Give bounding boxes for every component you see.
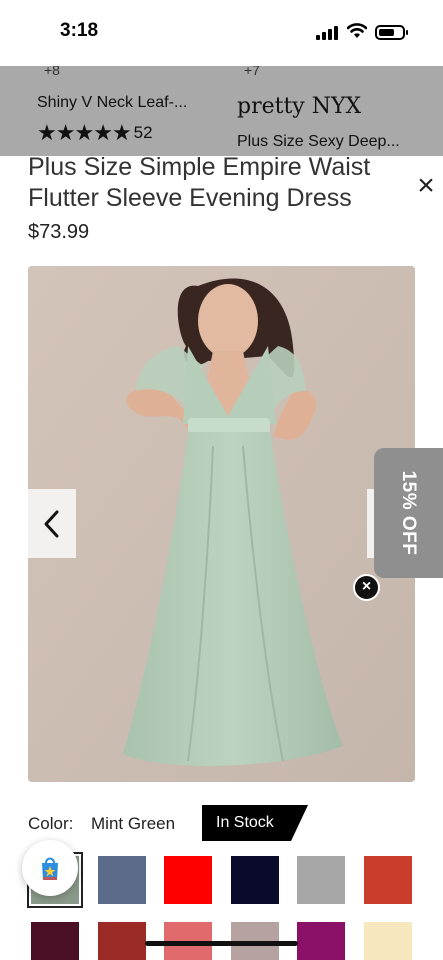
product-title: Plus Size Simple Empire Waist Flutter Sl… xyxy=(28,153,371,212)
star-icon: ★ xyxy=(74,120,95,145)
rec-product-name[interactable]: Shiny V Neck Leaf-... xyxy=(37,94,187,112)
shopping-bag-icon xyxy=(42,857,58,880)
star-icon: ★ xyxy=(93,120,113,145)
discount-tab[interactable]: 15% OFF xyxy=(374,448,443,578)
color-swatch[interactable] xyxy=(364,856,412,904)
color-swatch[interactable] xyxy=(164,856,212,904)
close-button[interactable]: × xyxy=(414,171,438,201)
previous-image-button[interactable] xyxy=(28,489,76,558)
close-icon: × xyxy=(417,169,435,202)
color-swatch[interactable] xyxy=(231,856,279,904)
discount-label: 15% OFF xyxy=(398,470,419,556)
rec-count: +7 xyxy=(244,66,260,78)
color-swatch[interactable] xyxy=(297,922,345,960)
recommendation-bar[interactable]: +8 +7 Shiny V Neck Leaf-... ★ ★ ★ ★ ★ 52… xyxy=(0,66,443,156)
close-discount-button[interactable]: × xyxy=(353,574,380,601)
product-price: $73.99 xyxy=(28,221,90,243)
color-swatch[interactable] xyxy=(364,922,412,960)
product-image[interactable] xyxy=(28,266,415,782)
rec-brand: pretty NYX xyxy=(237,94,362,119)
status-bar: 3:18 xyxy=(0,0,443,66)
rec-count: +8 xyxy=(44,66,60,78)
shop-button[interactable] xyxy=(22,840,78,896)
rating-stars: ★ ★ ★ ★ ★ 52 xyxy=(37,122,153,144)
color-swatch[interactable] xyxy=(297,856,345,904)
star-icon: ★ xyxy=(111,120,132,145)
color-swatch[interactable] xyxy=(98,856,146,904)
close-icon: × xyxy=(361,578,372,595)
battery-icon xyxy=(375,25,408,40)
color-swatch[interactable] xyxy=(31,922,79,960)
color-swatch[interactable] xyxy=(98,922,146,960)
dress-photo xyxy=(28,266,415,782)
chevron-left-icon xyxy=(44,510,59,537)
selected-color: Mint Green xyxy=(91,814,176,833)
stock-badge: In Stock xyxy=(202,805,308,841)
star-icon: ★ xyxy=(37,120,57,145)
status-time: 3:18 xyxy=(60,20,99,41)
wifi-icon xyxy=(346,22,368,40)
signal-icon xyxy=(316,26,340,40)
rec-product-name[interactable]: Plus Size Sexy Deep... xyxy=(237,133,400,151)
color-label: Color: xyxy=(28,814,74,833)
star-icon: ★ xyxy=(55,120,76,145)
home-indicator xyxy=(145,941,298,946)
review-count: 52 xyxy=(133,123,153,142)
